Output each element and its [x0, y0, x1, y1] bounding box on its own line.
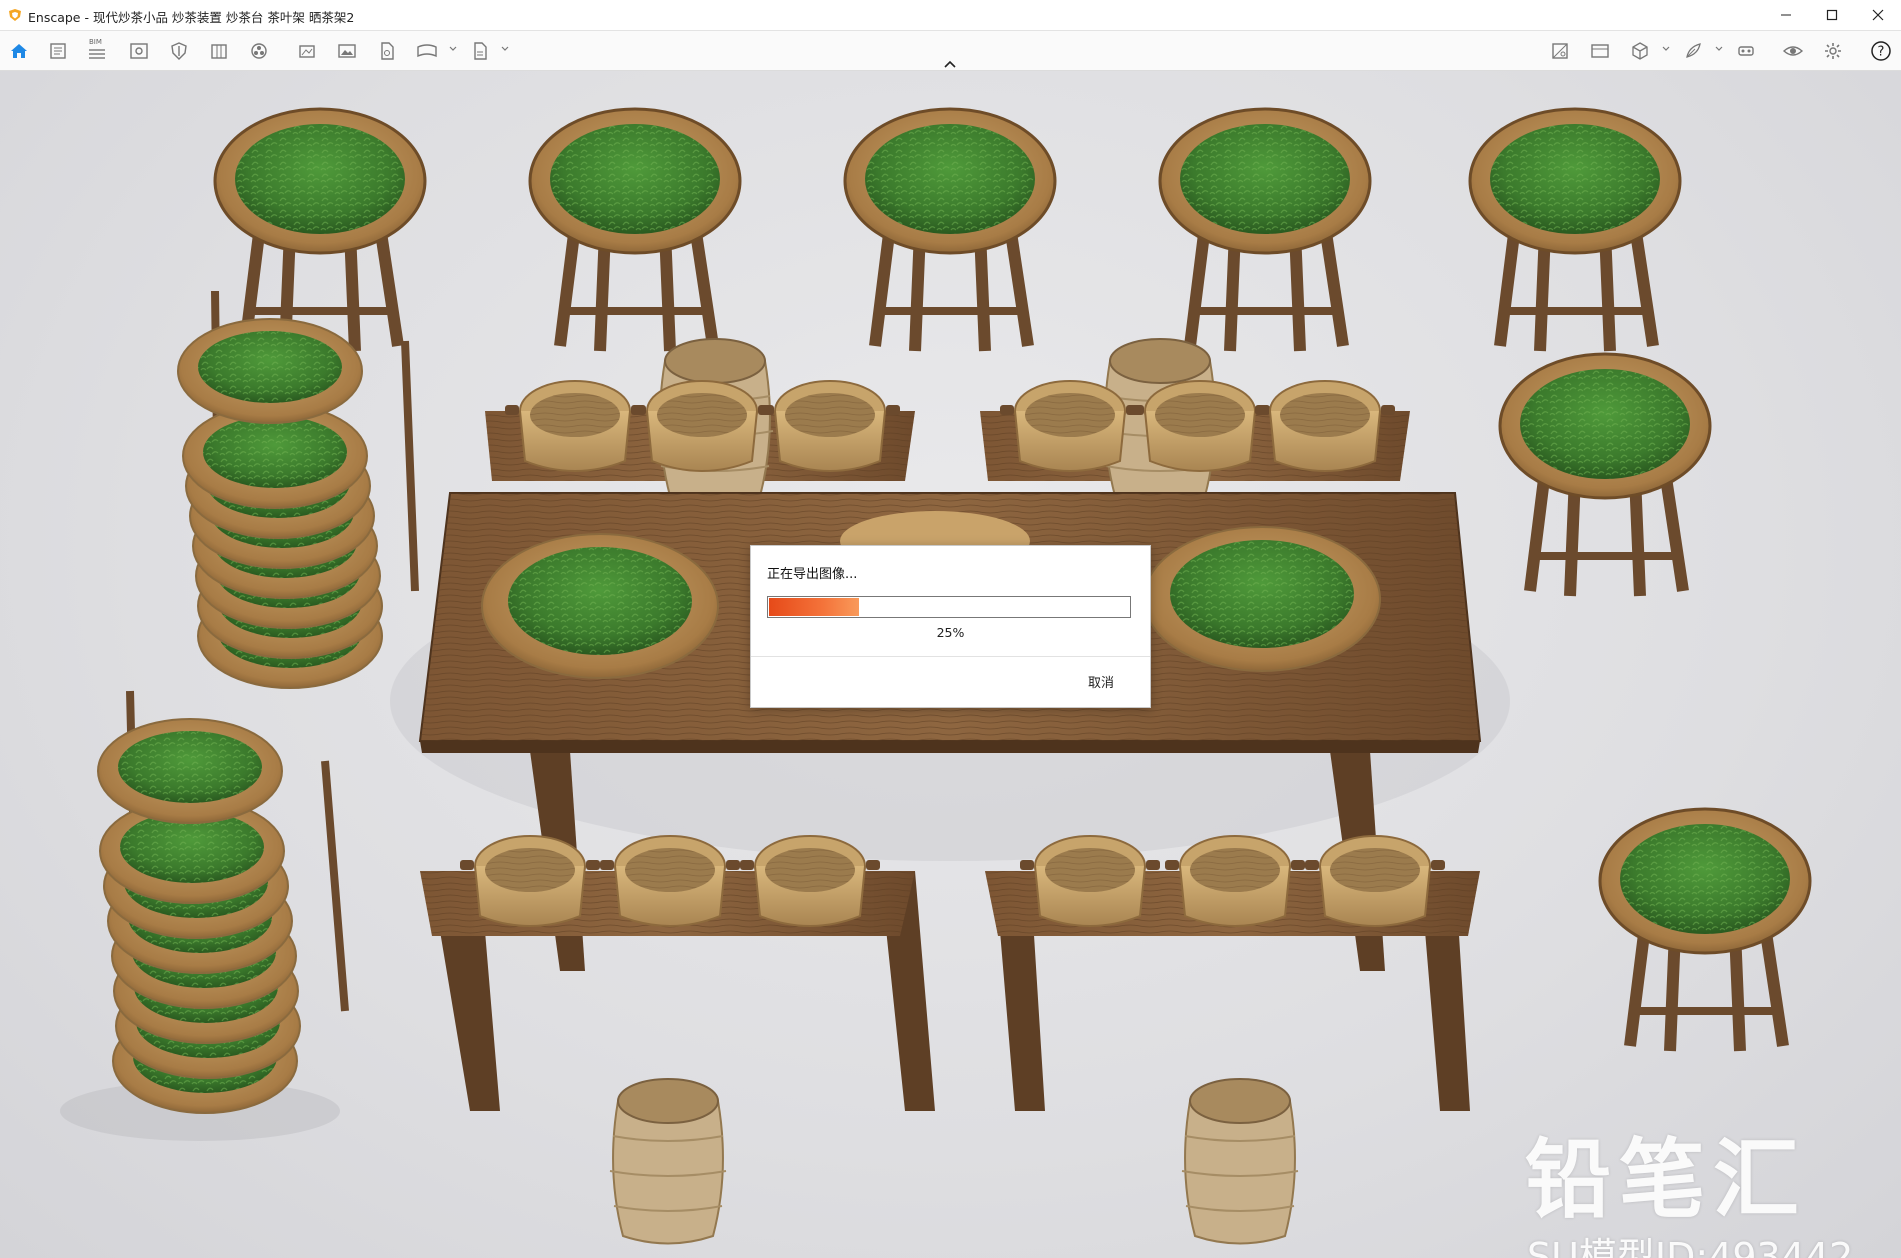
document-icon — [50, 43, 66, 59]
cancel-button[interactable]: 取消 — [1073, 669, 1129, 693]
feather-icon — [1686, 43, 1701, 58]
document-button[interactable] — [45, 38, 71, 64]
view-button[interactable] — [126, 38, 152, 64]
eye-icon — [1782, 46, 1804, 56]
progress-percent: 25% — [936, 625, 965, 640]
view-icon — [130, 43, 148, 59]
materials-icon — [251, 43, 267, 59]
chevron-up-icon[interactable] — [940, 58, 960, 70]
settings-gear-icon — [1825, 43, 1841, 59]
watermark-model-id: SU模型ID:493442 — [1527, 1235, 1854, 1258]
gallery-icon — [1591, 44, 1609, 58]
window-title: Enscape - 现代炒茶小品 炒茶装置 炒茶台 茶叶架 晒茶架2 — [28, 10, 355, 25]
progress-fill — [769, 598, 859, 616]
image-button[interactable] — [334, 38, 360, 64]
bim-label: BIM — [89, 38, 102, 46]
tea-rack-lower — [97, 690, 349, 1114]
svg-text:?: ? — [1878, 45, 1885, 60]
chevron-down-icon[interactable] — [1714, 44, 1724, 54]
batch-render-icon — [299, 45, 315, 58]
exe-export-button[interactable] — [467, 38, 493, 64]
library-icon — [211, 44, 227, 59]
maximize-button[interactable] — [1809, 0, 1855, 30]
materials-button[interactable] — [246, 38, 272, 64]
chevron-down-icon[interactable] — [448, 44, 458, 54]
close-button[interactable] — [1855, 0, 1901, 30]
title-bar: Enscape - 现代炒茶小品 炒茶装置 炒茶台 茶叶架 晒茶架2 — [0, 0, 1901, 31]
progress-bar — [767, 596, 1131, 618]
dialog-title: 正在导出图像... — [767, 567, 858, 582]
minimize-icon — [1781, 14, 1791, 16]
batch-render-button[interactable] — [294, 38, 320, 64]
exe-export-icon — [474, 42, 487, 60]
help-icon: ? — [1871, 41, 1891, 61]
help-button[interactable]: ? — [1868, 38, 1894, 64]
maximize-icon — [1826, 9, 1838, 21]
eye-button[interactable] — [1780, 38, 1806, 64]
watermark-brand: 铅笔汇 — [1525, 1130, 1807, 1230]
vr-headset-button[interactable] — [1733, 38, 1759, 64]
bim-button[interactable]: BIM — [84, 38, 110, 64]
export-progress-dialog: 正在导出图像... 25% 取消 — [750, 545, 1151, 708]
enscape-logo-icon — [9, 9, 21, 21]
cube-button[interactable] — [1627, 38, 1653, 64]
home-icon — [11, 44, 27, 58]
shield-icon — [171, 42, 187, 60]
close-icon — [1872, 9, 1884, 21]
gallery-button[interactable] — [1587, 38, 1613, 64]
export-file-button[interactable] — [374, 38, 400, 64]
image-icon — [338, 44, 356, 58]
tea-rack-upper — [177, 290, 419, 689]
panorama-icon — [417, 44, 437, 58]
settings-button[interactable] — [1820, 38, 1846, 64]
home-button[interactable] — [6, 38, 32, 64]
vr-headset-icon — [1738, 46, 1754, 56]
chevron-down-icon[interactable] — [500, 44, 510, 54]
panorama-button[interactable] — [414, 38, 440, 64]
map-button[interactable] — [1547, 38, 1573, 64]
export-file-icon — [381, 42, 394, 60]
chevron-down-icon[interactable] — [1661, 44, 1671, 54]
map-icon — [1552, 43, 1568, 59]
minimize-button[interactable] — [1763, 0, 1809, 30]
shield-button[interactable] — [166, 38, 192, 64]
library-button[interactable] — [206, 38, 232, 64]
cube-icon — [1632, 42, 1648, 60]
dialog-divider — [751, 656, 1150, 657]
feather-button[interactable] — [1680, 38, 1706, 64]
